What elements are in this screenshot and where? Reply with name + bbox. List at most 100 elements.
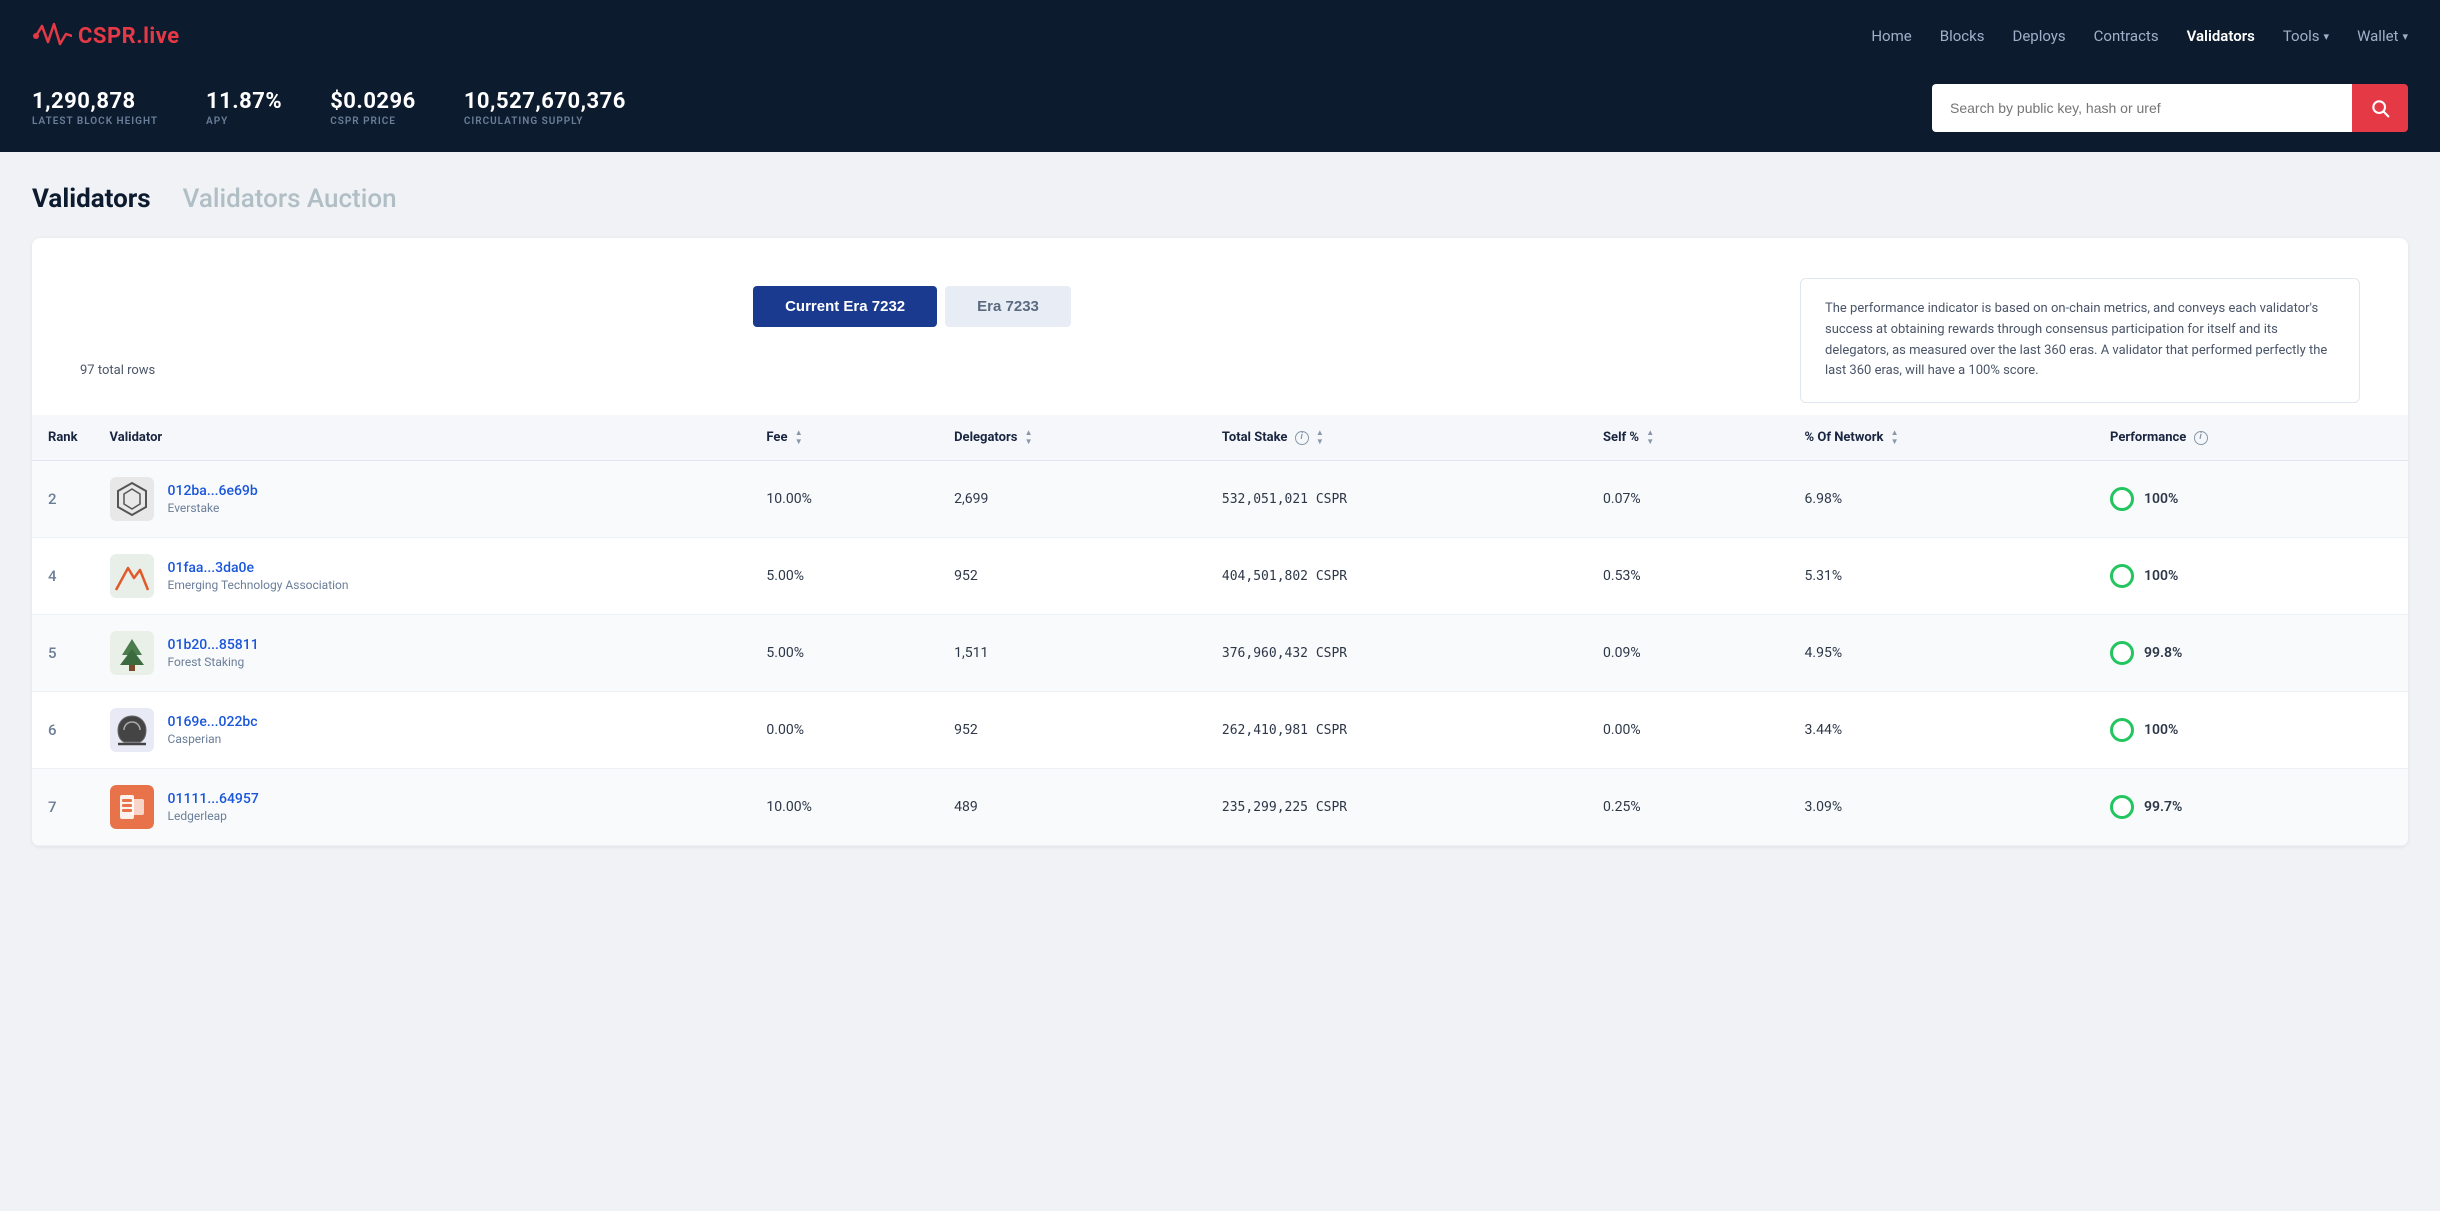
col-self-pct[interactable]: Self % ▲▼	[1587, 415, 1789, 461]
nav-contracts[interactable]: Contracts	[2094, 27, 2159, 45]
tab-validators-auction[interactable]: Validators Auction	[183, 184, 397, 214]
network-pct-cell: 5.31%	[1789, 538, 2095, 615]
validator-info: 012ba...6e69b Everstake	[168, 483, 258, 515]
validator-info: 01111...64957 Ledgerleap	[168, 791, 259, 823]
nav-deploys[interactable]: Deploys	[2012, 27, 2065, 45]
stats-bar: 1,290,878 LATEST BLOCK HEIGHT 11.87% APY…	[0, 72, 2440, 152]
performance-value: 100%	[2144, 722, 2178, 738]
validator-address[interactable]: 01111...64957	[168, 791, 259, 807]
col-network-pct[interactable]: % Of Network ▲▼	[1789, 415, 2095, 461]
delegators-sort-icon[interactable]: ▲▼	[1025, 429, 1033, 446]
fee-sort-icon[interactable]: ▲▼	[795, 429, 803, 446]
total-stake-cell: 262,410,981 CSPR	[1206, 692, 1587, 769]
nav-tools[interactable]: Tools ▾	[2283, 27, 2329, 45]
validator-name: Everstake	[168, 501, 258, 515]
search-input[interactable]	[1932, 84, 2352, 132]
table-row: 6 0169e...022bc Casperian 0.00% 952 262,…	[32, 692, 2408, 769]
stat-supply-value: 10,527,670,376	[464, 89, 626, 114]
self-sort-icon[interactable]: ▲▼	[1646, 429, 1654, 446]
total-stake-cell: 235,299,225 CSPR	[1206, 769, 1587, 846]
validator-cell: 0169e...022bc Casperian	[94, 692, 751, 769]
total-stake-cell: 404,501,802 CSPR	[1206, 538, 1587, 615]
col-delegators[interactable]: Delegators ▲▼	[938, 415, 1206, 461]
page-content: Validators Validators Auction Current Er…	[0, 152, 2440, 846]
validator-info: 01faa...3da0e Emerging Technology Associ…	[168, 560, 349, 592]
network-pct-cell: 3.44%	[1789, 692, 2095, 769]
validator-address[interactable]: 01b20...85811	[168, 637, 259, 653]
table-body: 2 012ba...6e69b Everstake 10.00% 2,699 5…	[32, 461, 2408, 846]
self-pct-cell: 0.25%	[1587, 769, 1789, 846]
search-button[interactable]	[2352, 84, 2408, 132]
rank-cell: 4	[32, 538, 94, 615]
next-era-button[interactable]: Era 7233	[945, 286, 1071, 327]
validators-table: Rank Validator Fee ▲▼ Delegators ▲▼ Tota…	[32, 415, 2408, 846]
total-stake-cell: 376,960,432 CSPR	[1206, 615, 1587, 692]
performance-value: 99.7%	[2144, 799, 2182, 815]
era-selector: Current Era 7232 Era 7233	[753, 258, 1071, 327]
fee-cell: 10.00%	[750, 769, 938, 846]
stat-apy-label: APY	[206, 116, 282, 127]
delegators-cell: 2,699	[938, 461, 1206, 538]
self-pct-cell: 0.09%	[1587, 615, 1789, 692]
performance-cell: 100%	[2094, 538, 2408, 615]
nav-blocks[interactable]: Blocks	[1940, 27, 1985, 45]
logo[interactable]: CSPR.live	[32, 16, 180, 56]
total-stake-sort-icon[interactable]: ▲▼	[1316, 429, 1324, 446]
delegators-cell: 1,511	[938, 615, 1206, 692]
validator-icon	[110, 708, 154, 752]
validator-name: Ledgerleap	[168, 809, 259, 823]
nav-home[interactable]: Home	[1871, 27, 1911, 45]
stat-apy-value: 11.87%	[206, 89, 282, 114]
performance-value: 100%	[2144, 491, 2178, 507]
stat-supply-label: CIRCULATING SUPPLY	[464, 116, 626, 127]
validator-info: 0169e...022bc Casperian	[168, 714, 258, 746]
main-nav: Home Blocks Deploys Contracts Validators…	[1871, 27, 2408, 45]
tab-validators[interactable]: Validators	[32, 184, 151, 214]
header: CSPR.live Home Blocks Deploys Contracts …	[0, 0, 2440, 72]
fee-cell: 5.00%	[750, 538, 938, 615]
self-pct-cell: 0.07%	[1587, 461, 1789, 538]
stat-apy: 11.87% APY	[206, 89, 282, 127]
total-stake-info-icon: i	[1295, 431, 1309, 445]
network-sort-icon[interactable]: ▲▼	[1891, 429, 1899, 446]
self-pct-cell: 0.53%	[1587, 538, 1789, 615]
fee-cell: 10.00%	[750, 461, 938, 538]
current-era-button[interactable]: Current Era 7232	[753, 286, 937, 327]
logo-suffix: live	[143, 24, 180, 49]
validator-icon	[110, 477, 154, 521]
nav-validators[interactable]: Validators	[2187, 27, 2255, 45]
nav-wallet[interactable]: Wallet ▾	[2357, 27, 2408, 45]
performance-cell: 100%	[2094, 461, 2408, 538]
performance-circle-icon	[2110, 641, 2134, 665]
network-pct-cell: 6.98%	[1789, 461, 2095, 538]
table-row: 4 01faa...3da0e Emerging Technology Asso…	[32, 538, 2408, 615]
self-pct-cell: 0.00%	[1587, 692, 1789, 769]
validator-name: Casperian	[168, 732, 258, 746]
rank-cell: 7	[32, 769, 94, 846]
tools-chevron-icon: ▾	[2324, 30, 2330, 43]
search-area	[1932, 84, 2408, 132]
validator-info: 01b20...85811 Forest Staking	[168, 637, 259, 669]
stat-block-height-label: LATEST BLOCK HEIGHT	[32, 116, 158, 127]
validator-address[interactable]: 0169e...022bc	[168, 714, 258, 730]
search-icon	[2370, 98, 2390, 118]
validator-cell: 012ba...6e69b Everstake	[94, 461, 751, 538]
stat-price-label: CSPR PRICE	[330, 116, 416, 127]
stat-price: $0.0296 CSPR PRICE	[330, 89, 416, 127]
validator-address[interactable]: 012ba...6e69b	[168, 483, 258, 499]
rank-cell: 2	[32, 461, 94, 538]
col-total-stake[interactable]: Total Stake i ▲▼	[1206, 415, 1587, 461]
performance-circle-icon	[2110, 487, 2134, 511]
fee-cell: 0.00%	[750, 692, 938, 769]
validator-address[interactable]: 01faa...3da0e	[168, 560, 254, 576]
validator-icon	[110, 631, 154, 675]
col-fee[interactable]: Fee ▲▼	[750, 415, 938, 461]
col-performance: Performance i	[2094, 415, 2408, 461]
delegators-cell: 952	[938, 692, 1206, 769]
validator-name: Emerging Technology Association	[168, 578, 349, 592]
performance-circle-icon	[2110, 564, 2134, 588]
logo-brand: CSPR	[78, 24, 136, 49]
performance-info-box: The performance indicator is based on on…	[1800, 278, 2360, 403]
network-pct-cell: 4.95%	[1789, 615, 2095, 692]
stat-block-height: 1,290,878 LATEST BLOCK HEIGHT	[32, 89, 158, 127]
